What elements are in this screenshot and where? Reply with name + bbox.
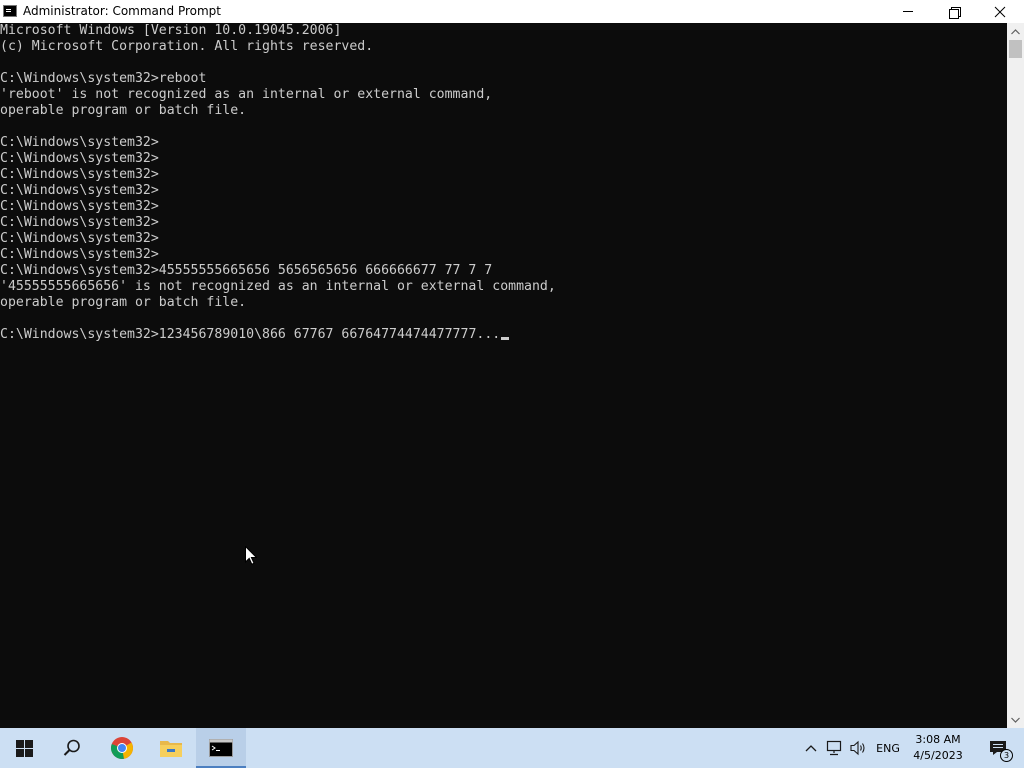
current-prompt: C:\Windows\system32>	[0, 327, 159, 342]
console-history: Microsoft Windows [Version 10.0.19045.20…	[0, 23, 556, 310]
notification-count-badge: 3	[1000, 749, 1013, 762]
console-line: '45555555665656' is not recognized as an…	[0, 279, 556, 294]
console-line: C:\Windows\system32>	[0, 215, 159, 230]
text-cursor	[501, 337, 510, 340]
clock-time: 3:08 AM	[915, 733, 961, 746]
taskbar: ENG 3:08 AM 4/5/2023 3	[0, 728, 1024, 768]
console-line: operable program or batch file.	[0, 103, 247, 118]
network-icon	[826, 740, 842, 756]
chevron-up-icon	[805, 745, 817, 752]
console-line: C:\Windows\system32>	[0, 183, 159, 198]
window-title: Administrator: Command Prompt	[23, 4, 221, 18]
mouse-pointer-icon	[245, 546, 257, 565]
console-output[interactable]: Microsoft Windows [Version 10.0.19045.20…	[0, 23, 1007, 728]
command-input[interactable]: 123456789010\866 67767 66764774474477777…	[159, 327, 500, 342]
chrome-icon	[111, 737, 133, 759]
close-button[interactable]	[977, 0, 1023, 23]
volume-button[interactable]	[848, 728, 870, 768]
cmd-icon	[3, 5, 17, 17]
console-line: C:\Windows\system32>	[0, 231, 159, 246]
console-line: (c) Microsoft Corporation. All rights re…	[0, 39, 374, 54]
chevron-down-icon	[1011, 717, 1020, 723]
start-button[interactable]	[0, 728, 48, 768]
restore-button[interactable]	[931, 0, 977, 23]
input-language-button[interactable]: ENG	[872, 728, 904, 768]
scroll-up-button[interactable]	[1007, 23, 1024, 40]
file-explorer-taskbar-button[interactable]	[147, 728, 195, 768]
console-line: C:\Windows\system32>	[0, 247, 159, 262]
console-line: operable program or batch file.	[0, 295, 247, 310]
scroll-thumb[interactable]	[1009, 40, 1022, 58]
console-line: C:\Windows\system32>	[0, 151, 159, 166]
clock-date: 4/5/2023	[913, 749, 963, 762]
console-line: C:\Windows\system32>	[0, 167, 159, 182]
vertical-scrollbar[interactable]	[1007, 23, 1024, 728]
chrome-taskbar-button[interactable]	[98, 728, 146, 768]
command-prompt-taskbar-button[interactable]	[196, 728, 246, 768]
console-line: Microsoft Windows [Version 10.0.19045.20…	[0, 23, 342, 38]
restore-icon	[949, 6, 961, 19]
windows-logo-icon	[15, 739, 33, 757]
show-hidden-icons-button[interactable]	[800, 728, 822, 768]
console-line: C:\Windows\system32>reboot	[0, 71, 207, 86]
search-icon	[63, 739, 80, 756]
network-button[interactable]	[824, 728, 846, 768]
cmd-icon	[209, 739, 233, 757]
console-line: C:\Windows\system32>45555555665656 56565…	[0, 263, 493, 278]
minimize-button[interactable]	[885, 0, 931, 23]
title-bar[interactable]: Administrator: Command Prompt	[0, 0, 1024, 23]
console-text: Microsoft Windows [Version 10.0.19045.20…	[0, 23, 1007, 343]
console-line: C:\Windows\system32>	[0, 135, 159, 150]
speaker-icon	[850, 740, 865, 756]
console-line: C:\Windows\system32>	[0, 199, 159, 214]
chevron-up-icon	[1011, 28, 1020, 34]
minimize-icon	[903, 11, 913, 12]
clock-button[interactable]: 3:08 AM 4/5/2023	[906, 728, 970, 768]
console-line: 'reboot' is not recognized as an interna…	[0, 87, 493, 102]
folder-icon	[160, 741, 182, 757]
scroll-down-button[interactable]	[1007, 711, 1024, 728]
action-center-button[interactable]: 3	[978, 728, 1018, 768]
search-button[interactable]	[48, 728, 96, 768]
close-icon	[994, 6, 1006, 17]
